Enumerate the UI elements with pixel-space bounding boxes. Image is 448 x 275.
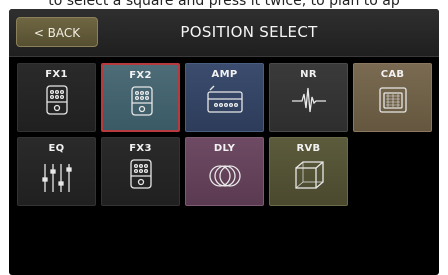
tile-cab[interactable]: CAB <box>353 63 432 132</box>
tile-fx1[interactable]: FX1 <box>17 63 96 132</box>
tile-eq[interactable]: EQ <box>17 137 96 206</box>
tile-label-amp: AMP <box>211 69 238 80</box>
tile-label-dly: DLY <box>213 143 236 154</box>
tile-amp[interactable]: AMP <box>185 63 264 132</box>
tile-rvb[interactable]: RVB <box>269 137 348 206</box>
delay-rings-icon <box>200 158 250 202</box>
tile-label-nr: NR <box>300 69 317 80</box>
pedal-icon <box>116 158 166 202</box>
pedal-icon <box>117 85 167 129</box>
device-screen: < BACK POSITION SELECT FX1 FX2 AMP NR CA… <box>9 9 439 275</box>
tile-label-rvb: RVB <box>296 143 321 154</box>
amp-icon <box>200 84 250 128</box>
reverb-cube-icon <box>284 158 334 202</box>
tile-dly[interactable]: DLY <box>185 137 264 206</box>
tile-nr[interactable]: NR <box>269 63 348 132</box>
tile-label-cab: CAB <box>380 69 405 80</box>
tile-label-fx2: FX2 <box>129 70 152 81</box>
tile-label-fx3: FX3 <box>129 143 152 154</box>
page-title: POSITION SELECT <box>180 23 318 41</box>
tile-fx2[interactable]: FX2 <box>101 63 180 132</box>
top-caption-text: to select a square and press it twice, t… <box>48 0 400 9</box>
pedal-icon <box>32 84 82 128</box>
header-bar: < BACK POSITION SELECT <box>9 9 439 57</box>
eq-sliders-icon <box>32 158 82 202</box>
cabinet-icon <box>368 84 418 128</box>
back-button[interactable]: < BACK <box>16 17 98 47</box>
tile-label-eq: EQ <box>48 143 65 154</box>
tile-fx3[interactable]: FX3 <box>101 137 180 206</box>
tile-label-fx1: FX1 <box>45 69 68 80</box>
waveform-icon <box>284 84 334 128</box>
